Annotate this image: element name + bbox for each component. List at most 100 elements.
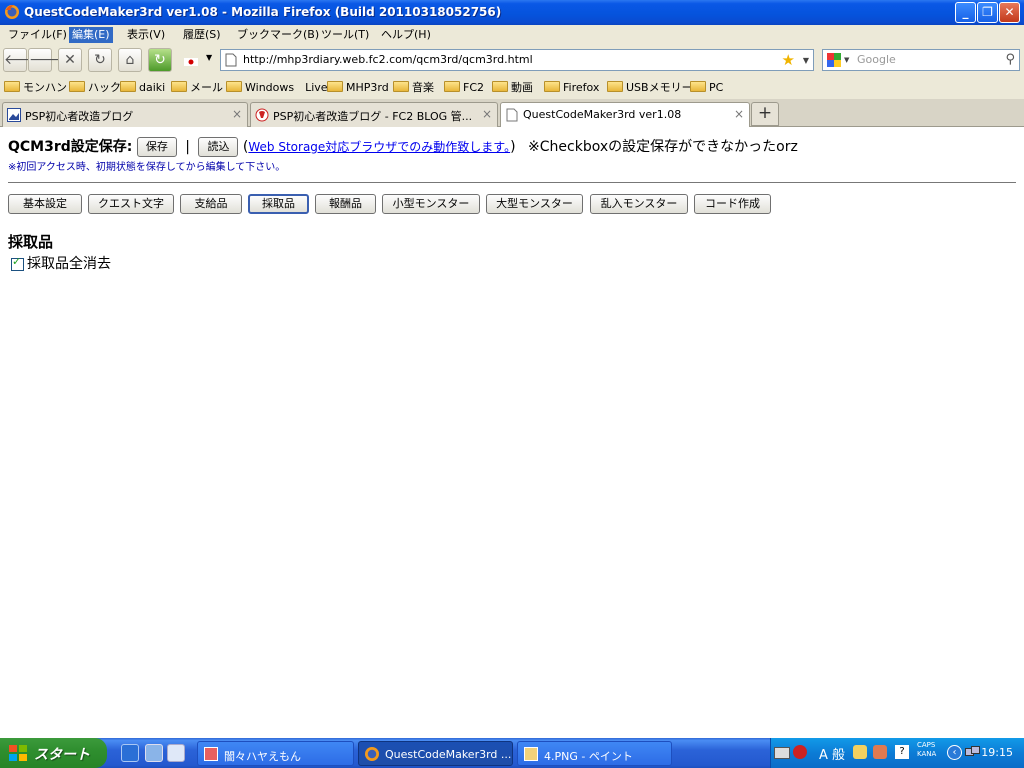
tab-large-monsters[interactable]: 大型モンスター — [486, 194, 583, 214]
browser-tab[interactable]: PSP初心者改造ブログ - FC2 BLOG 管... × — [250, 102, 498, 127]
addon-refresh-button[interactable]: ↻ — [148, 48, 172, 72]
bookmark-folder[interactable]: Firefox — [544, 80, 599, 96]
reload-button[interactable]: ↻ — [88, 48, 112, 72]
ie-quicklaunch-icon[interactable] — [121, 744, 139, 762]
bookmark-folder[interactable]: モンハン — [4, 80, 67, 96]
taskbar-item[interactable]: 闇々ハヤえもん — [197, 741, 354, 766]
firefox-icon — [5, 5, 19, 19]
taskbar-item-active[interactable]: QuestCodeMaker3rd ... — [358, 741, 513, 766]
back-button[interactable]: 🡐 — [3, 48, 42, 72]
tab-code-generate[interactable]: コード作成 — [694, 194, 771, 214]
menu-history[interactable]: 履歴(S) — [180, 27, 224, 43]
close-window-button[interactable]: ✕ — [999, 2, 1020, 23]
tab-close-icon[interactable]: × — [482, 107, 492, 121]
menu-bar: ファイル(F) 編集(E) 表示(V) 履歴(S) ブックマーク(B) ツール(… — [0, 25, 1024, 45]
page-content: QCM3rd設定保存: 保存 | 読込 (Web Storage対応ブラウザでの… — [0, 127, 1024, 738]
tab-supplies[interactable]: 支給品 — [180, 194, 242, 214]
taskbar-item[interactable]: 4.PNG - ペイント — [517, 741, 672, 766]
ime-tools-icon[interactable] — [873, 745, 887, 759]
menu-tools[interactable]: ツール(T) — [318, 27, 372, 43]
home-button[interactable]: ⌂ — [118, 48, 142, 72]
folder-icon — [327, 81, 343, 92]
forward-button[interactable]: 🡒 — [28, 48, 67, 72]
tab-rewards[interactable]: 報酬品 — [315, 194, 376, 214]
firefox-icon — [365, 747, 379, 761]
bookmark-folder[interactable]: ハック — [69, 80, 121, 96]
keyboard-icon[interactable] — [774, 747, 790, 759]
url-bar[interactable]: http://mhp3rdiary.web.fc2.com/qcm3rd/qcm… — [220, 49, 814, 71]
google-icon[interactable] — [827, 53, 841, 67]
tab-intruder-monsters[interactable]: 乱入モンスター — [590, 194, 688, 214]
blog-favicon-icon — [7, 108, 21, 122]
tab-gathering[interactable]: 採取品 — [248, 194, 309, 214]
help-icon[interactable]: ? — [895, 745, 909, 759]
search-box[interactable]: ▼ Google ⚲ — [822, 49, 1020, 71]
bookmark-folder[interactable]: MHP3rd — [327, 80, 389, 96]
page-icon — [225, 53, 237, 67]
desktop-quicklaunch-icon[interactable] — [145, 744, 163, 762]
app-icon — [204, 747, 218, 761]
search-icon[interactable]: ⚲ — [1005, 52, 1015, 67]
clock[interactable]: 19:15 — [981, 746, 1013, 759]
fc2-favicon-icon — [255, 108, 269, 122]
url-dropdown-icon[interactable]: ▼ — [803, 56, 809, 65]
menu-help[interactable]: ヘルプ(H) — [378, 27, 434, 43]
menu-file[interactable]: ファイル(F) — [5, 27, 70, 43]
folder-icon — [607, 81, 623, 92]
tab-basic-settings[interactable]: 基本設定 — [8, 194, 82, 214]
start-button[interactable]: スタート — [0, 738, 107, 768]
taskbar: スタート 闇々ハヤえもん QuestCodeMaker3rd ... 4.PNG… — [0, 738, 1024, 768]
tab-quest-text[interactable]: クエスト文字 — [88, 194, 174, 214]
folder-icon — [171, 81, 187, 92]
clear-all-gathering-row: 採取品全消去 — [11, 253, 111, 273]
tray-collapse-icon[interactable]: ‹ — [947, 745, 962, 760]
tab-close-icon[interactable]: × — [232, 107, 242, 121]
tab-close-icon[interactable]: × — [734, 107, 744, 121]
browser-tab-active[interactable]: QuestCodeMaker3rd ver1.08 × — [500, 102, 750, 128]
menu-view[interactable]: 表示(V) — [124, 27, 168, 43]
settings-save-label: QCM3rd設定保存: — [8, 139, 133, 155]
stop-icon: ✕ — [64, 52, 76, 68]
ime-pad-icon[interactable] — [853, 745, 867, 759]
folder-icon — [69, 81, 85, 92]
bookmark-folder[interactable]: メール — [171, 80, 223, 96]
new-tab-button[interactable]: + — [751, 102, 779, 126]
ime-mode[interactable]: A 般 — [819, 744, 845, 763]
web-storage-link[interactable]: Web Storage対応ブラウザでのみ動作致します。 — [248, 140, 510, 154]
url-text[interactable]: http://mhp3rdiary.web.fc2.com/qcm3rd/qcm… — [243, 53, 533, 66]
load-button[interactable]: 読込 — [198, 137, 239, 157]
divider — [8, 182, 1016, 183]
bookmark-folder[interactable]: 音楽 — [393, 80, 434, 96]
bookmark-folder[interactable]: daiki — [120, 80, 165, 96]
navigation-toolbar: 🡐 🡒 ✕ ↻ ⌂ ↻ ▼ http://mhp3rdiary.web.fc2.… — [0, 45, 1024, 77]
chevron-down-icon[interactable]: ▼ — [206, 53, 212, 62]
bookmark-star-icon[interactable]: ★ — [782, 51, 795, 69]
settings-row: QCM3rd設定保存: 保存 | 読込 (Web Storage対応ブラウザでの… — [8, 136, 798, 157]
search-engine-dropdown-icon[interactable]: ▼ — [844, 56, 849, 64]
ime-tool-icon[interactable] — [793, 745, 807, 759]
caps-kana-indicator: CAPS KANA — [917, 741, 937, 758]
restore-button[interactable]: ❐ — [977, 2, 998, 23]
media-quicklaunch-icon[interactable] — [167, 744, 185, 762]
stop-button[interactable]: ✕ — [58, 48, 82, 72]
window-titlebar: QuestCodeMaker3rd ver1.08 - Mozilla Fire… — [0, 0, 1024, 25]
save-button[interactable]: 保存 — [136, 137, 177, 157]
minimize-button[interactable]: _ — [955, 2, 976, 23]
japan-flag-icon[interactable] — [184, 58, 198, 66]
tab-small-monsters[interactable]: 小型モンスター — [382, 194, 480, 214]
folder-icon — [226, 81, 242, 92]
section-title: 採取品 — [8, 233, 54, 251]
bookmark-folder[interactable]: USBメモリー — [607, 80, 693, 96]
bookmark-folder[interactable]: FC2 — [444, 80, 484, 96]
bookmark-folder[interactable]: PC — [690, 80, 723, 96]
bookmark-folder[interactable]: Windows Live — [226, 80, 328, 96]
window-title: QuestCodeMaker3rd ver1.08 - Mozilla Fire… — [24, 5, 502, 19]
browser-tab[interactable]: PSP初心者改造ブログ × — [2, 102, 248, 127]
menu-bookmarks[interactable]: ブックマーク(B) — [234, 27, 322, 43]
clear-all-checkbox[interactable] — [11, 255, 24, 271]
bookmark-folder[interactable]: 動画 — [492, 80, 533, 96]
clear-all-label: 採取品全消去 — [27, 256, 111, 272]
folder-icon — [492, 81, 508, 92]
menu-edit[interactable]: 編集(E) — [69, 27, 113, 43]
network-icon[interactable] — [965, 746, 980, 758]
